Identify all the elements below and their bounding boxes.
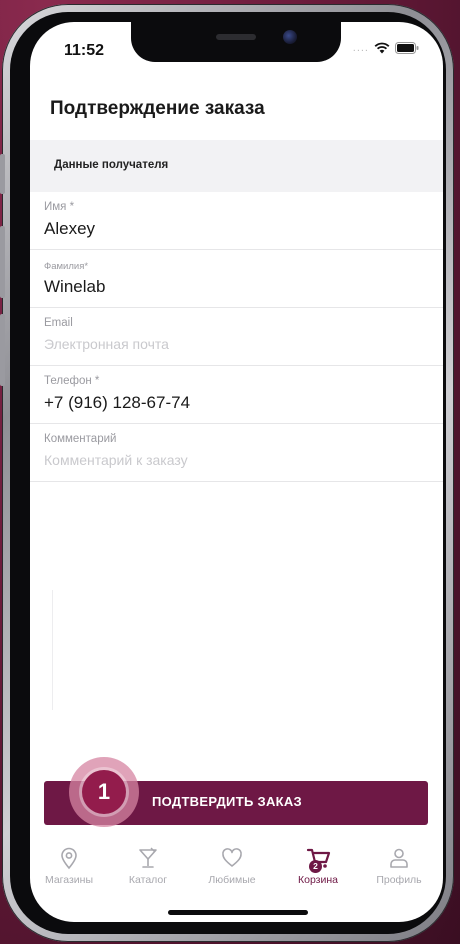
tab-profile-label: Профиль	[376, 874, 422, 886]
email-field[interactable]: Email Электронная почта	[30, 308, 443, 366]
scroll-indicator	[52, 590, 53, 710]
tab-cart[interactable]: 2 Корзина	[278, 846, 358, 886]
email-label: Email	[44, 317, 73, 329]
first-name-value[interactable]: Alexey	[44, 219, 95, 239]
tab-cart-label: Корзина	[298, 874, 338, 886]
volume-down-button	[0, 314, 5, 386]
volume-up-button	[0, 226, 5, 298]
phone-label: Телефон *	[44, 375, 100, 387]
last-name-value[interactable]: Winelab	[44, 277, 105, 297]
location-pin-icon	[61, 847, 77, 870]
mute-switch	[0, 154, 5, 194]
confirm-order-label: ПОДТВЕРДИТЬ ЗАКАЗ	[152, 794, 302, 809]
app-screen: 11:52 .... Подтверждение заказа Данные п…	[30, 22, 443, 922]
camera-icon	[283, 30, 297, 44]
comment-placeholder[interactable]: Комментарий к заказу	[44, 452, 188, 468]
comment-label: Комментарий	[44, 433, 117, 445]
home-indicator	[168, 910, 308, 915]
heart-icon	[222, 848, 242, 867]
phone-field[interactable]: Телефон * +7 (916) 128-67-74	[30, 366, 443, 424]
signal-dots-icon: ....	[352, 42, 369, 54]
person-icon	[390, 848, 408, 868]
cart-count-badge: 2	[309, 860, 322, 873]
page-title: Подтверждение заказа	[50, 98, 265, 119]
speaker-grille	[216, 34, 256, 40]
step-marker: 1	[82, 770, 126, 814]
wifi-icon	[374, 42, 390, 54]
status-time: 11:52	[64, 42, 105, 59]
tab-favorites[interactable]: Любимые	[192, 846, 272, 886]
tab-favorites-label: Любимые	[208, 874, 256, 886]
section-header: Данные получателя	[30, 140, 443, 192]
tab-catalog[interactable]: Каталог	[108, 846, 188, 886]
tab-profile[interactable]: Профиль	[359, 846, 439, 886]
first-name-field[interactable]: Имя * Alexey	[30, 192, 443, 250]
notch	[131, 22, 341, 62]
status-icons: ....	[353, 42, 419, 54]
tab-stores-label: Магазины	[44, 874, 94, 886]
tab-catalog-label: Каталог	[128, 874, 168, 886]
email-placeholder[interactable]: Электронная почта	[44, 336, 169, 352]
battery-icon	[395, 42, 419, 54]
comment-field[interactable]: Комментарий Комментарий к заказу	[30, 424, 443, 482]
phone-value[interactable]: +7 (916) 128-67-74	[44, 393, 190, 413]
section-title: Данные получателя	[54, 159, 169, 171]
tab-stores[interactable]: Магазины	[30, 846, 109, 886]
last-name-label: Фамилия*	[44, 261, 89, 272]
cocktail-glass-icon	[139, 847, 157, 868]
first-name-label: Имя *	[44, 201, 75, 213]
tab-bar: Магазины Каталог Любимые 2 Корзина Профи…	[30, 840, 443, 900]
last-name-field[interactable]: Фамилия* Winelab	[30, 250, 443, 308]
